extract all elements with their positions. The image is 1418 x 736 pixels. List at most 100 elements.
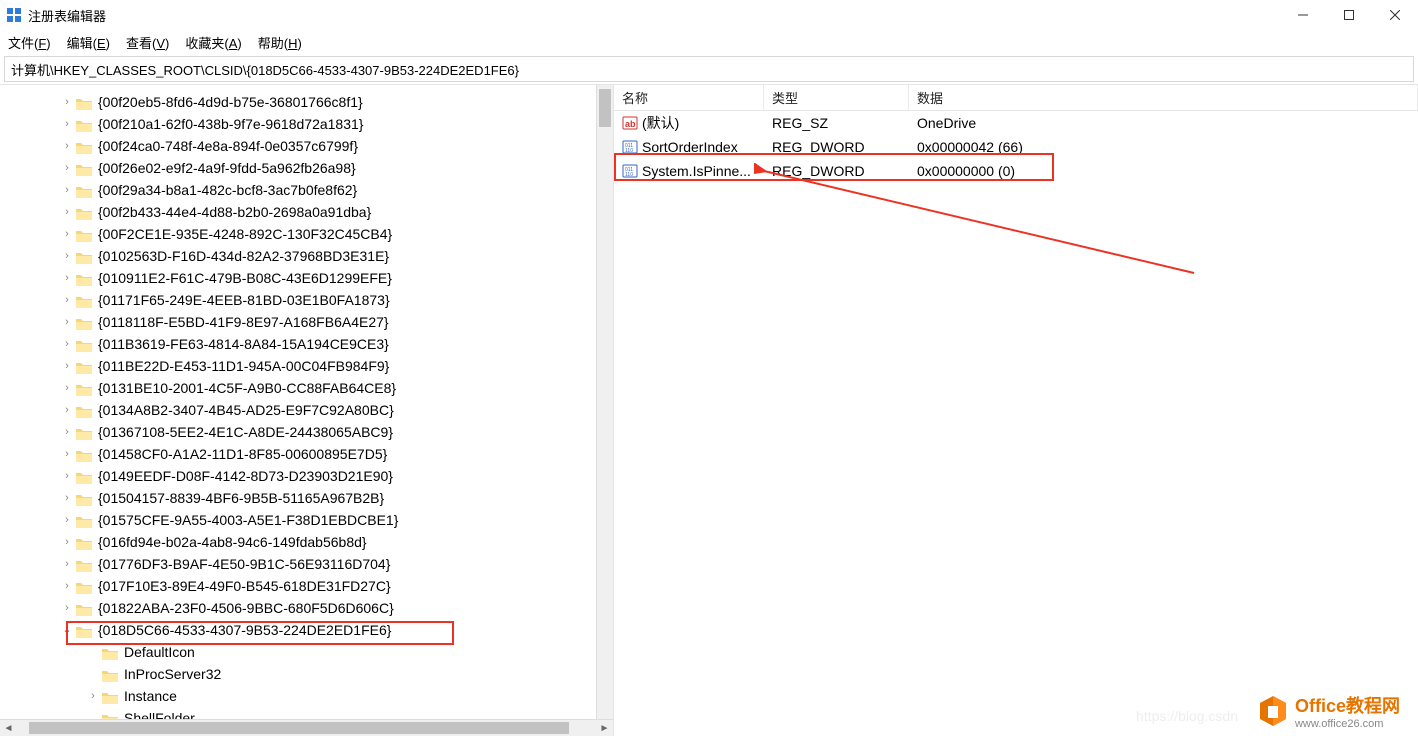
value-row[interactable]: 011110System.IsPinne...REG_DWORD0x000000… — [614, 159, 1418, 183]
tree-item-label: {011B3619-FE63-4814-8A84-15A194CE9CE3} — [98, 333, 389, 355]
tree-pane: ›{00f20eb5-8fd6-4d9d-b75e-36801766c8f1}›… — [0, 85, 614, 736]
folder-icon — [76, 337, 92, 351]
scroll-left-icon[interactable]: ◄ — [0, 720, 17, 736]
tree-item[interactable]: ›{01171F65-249E-4EEB-81BD-03E1B0FA1873} — [60, 289, 613, 311]
expand-icon[interactable]: › — [60, 553, 74, 575]
tree-item-label: DefaultIcon — [124, 641, 195, 663]
expand-icon[interactable]: › — [60, 597, 74, 619]
value-type-icon: 011110 — [622, 139, 638, 155]
tree-item[interactable]: ›{01504157-8839-4BF6-9B5B-51165A967B2B} — [60, 487, 613, 509]
faint-watermark: https://blog.csdn — [1136, 708, 1238, 724]
tree-item-label: {011BE22D-E453-11D1-945A-00C04FB984F9} — [98, 355, 389, 377]
menu-file[interactable]: 文件(F) — [8, 33, 51, 52]
column-type[interactable]: 类型 — [764, 85, 909, 110]
tree-item[interactable]: ›{00f29a34-b8a1-482c-bcf8-3ac7b0fe8f62} — [60, 179, 613, 201]
menu-view[interactable]: 查看(V) — [126, 33, 169, 52]
menu-help[interactable]: 帮助(H) — [258, 33, 302, 52]
expand-icon[interactable]: › — [60, 399, 74, 421]
svg-text:110: 110 — [625, 148, 633, 154]
folder-icon — [76, 425, 92, 439]
expand-icon[interactable]: › — [60, 355, 74, 377]
expand-icon[interactable]: › — [60, 223, 74, 245]
folder-icon — [102, 645, 118, 659]
registry-tree[interactable]: ›{00f20eb5-8fd6-4d9d-b75e-36801766c8f1}›… — [0, 85, 613, 729]
collapse-icon[interactable]: ⌄ — [60, 619, 74, 641]
value-row[interactable]: 011110SortOrderIndexREG_DWORD0x00000042 … — [614, 135, 1418, 159]
tree-item[interactable]: ›{010911E2-F61C-479B-B08C-43E6D1299EFE} — [60, 267, 613, 289]
expand-icon[interactable]: › — [60, 443, 74, 465]
minimize-button[interactable] — [1280, 0, 1326, 30]
maximize-button[interactable] — [1326, 0, 1372, 30]
folder-icon — [102, 689, 118, 703]
app-icon — [6, 7, 22, 23]
tree-item[interactable]: ›{00f2b433-44e4-4d88-b2b0-2698a0a91dba} — [60, 201, 613, 223]
tree-item-label: {01575CFE-9A55-4003-A5E1-F38D1EBDCBE1} — [98, 509, 398, 531]
tree-item-label: {00f24ca0-748f-4e8a-894f-0e0357c6799f} — [98, 135, 358, 157]
menu-favorites[interactable]: 收藏夹(A) — [185, 33, 241, 52]
expand-icon[interactable]: › — [60, 575, 74, 597]
expand-icon[interactable]: › — [60, 377, 74, 399]
tree-item[interactable]: ›{0102563D-F16D-434d-82A2-37968BD3E31E} — [60, 245, 613, 267]
menu-edit[interactable]: 编辑(E) — [67, 33, 110, 52]
values-list[interactable]: ab(默认)REG_SZOneDrive011110SortOrderIndex… — [614, 111, 1418, 183]
expand-icon[interactable]: › — [60, 333, 74, 355]
expand-icon[interactable]: › — [60, 311, 74, 333]
tree-vertical-scrollbar[interactable] — [596, 85, 613, 719]
values-pane: 名称 类型 数据 ab(默认)REG_SZOneDrive011110SortO… — [614, 85, 1418, 736]
value-row[interactable]: ab(默认)REG_SZOneDrive — [614, 111, 1418, 135]
value-name: System.IsPinne... — [642, 163, 751, 179]
expand-icon[interactable]: › — [60, 421, 74, 443]
tree-item[interactable]: ›{00f26e02-e9f2-4a9f-9fdd-5a962fb26a98} — [60, 157, 613, 179]
tree-item[interactable]: ›{01458CF0-A1A2-11D1-8F85-00600895E7D5} — [60, 443, 613, 465]
column-name[interactable]: 名称 — [614, 85, 764, 110]
tree-item[interactable]: › {011B3619-FE63-4814-8A84-15A194CE9CE3} — [60, 333, 613, 355]
value-type-icon: ab — [622, 115, 638, 131]
tree-item-label: {01822ABA-23F0-4506-9BBC-680F5D6D606C} — [98, 597, 394, 619]
tree-item-child[interactable]: InProcServer32 — [60, 663, 613, 685]
tree-item[interactable]: ›{017F10E3-89E4-49F0-B545-618DE31FD27C} — [60, 575, 613, 597]
tree-item[interactable]: ›{00f210a1-62f0-438b-9f7e-9618d72a1831} — [60, 113, 613, 135]
folder-icon — [76, 249, 92, 263]
tree-horizontal-scrollbar[interactable]: ◄ ► — [0, 719, 613, 736]
tree-item-label: {016fd94e-b02a-4ab8-94c6-149fdab56b8d} — [98, 531, 367, 553]
menubar: 文件(F) 编辑(E) 查看(V) 收藏夹(A) 帮助(H) — [0, 30, 1418, 54]
expand-icon[interactable]: › — [60, 267, 74, 289]
expand-icon[interactable]: › — [60, 91, 74, 113]
expand-icon[interactable]: › — [60, 245, 74, 267]
expand-icon[interactable]: › — [60, 465, 74, 487]
expand-icon[interactable]: › — [60, 509, 74, 531]
tree-item-label: InProcServer32 — [124, 663, 221, 685]
tree-item-child[interactable]: ›Instance — [60, 685, 613, 707]
tree-item[interactable]: › {01575CFE-9A55-4003-A5E1-F38D1EBDCBE1} — [60, 509, 613, 531]
close-button[interactable] — [1372, 0, 1418, 30]
address-bar[interactable]: 计算机\HKEY_CLASSES_ROOT\CLSID\{018D5C66-45… — [4, 56, 1414, 82]
expand-icon[interactable]: › — [60, 487, 74, 509]
expand-icon[interactable]: › — [60, 531, 74, 553]
tree-item[interactable]: ›{01776DF3-B9AF-4E50-9B1C-56E93116D704} — [60, 553, 613, 575]
tree-item[interactable]: › {01822ABA-23F0-4506-9BBC-680F5D6D606C} — [60, 597, 613, 619]
tree-item[interactable]: ›{00F2CE1E-935E-4248-892C-130F32C45CB4} — [60, 223, 613, 245]
scroll-right-icon[interactable]: ► — [596, 720, 613, 736]
tree-item[interactable]: ›{0118118F-E5BD-41F9-8E97-A168FB6A4E27} — [60, 311, 613, 333]
tree-item[interactable]: ›{0149EEDF-D08F-4142-8D73-D23903D21E90} — [60, 465, 613, 487]
expand-icon[interactable]: › — [60, 289, 74, 311]
tree-item[interactable]: ›{00f20eb5-8fd6-4d9d-b75e-36801766c8f1} — [60, 91, 613, 113]
expand-icon[interactable]: › — [60, 135, 74, 157]
tree-item-selected[interactable]: ⌄{018D5C66-4533-4307-9B53-224DE2ED1FE6} — [60, 619, 613, 641]
tree-item-child[interactable]: DefaultIcon — [60, 641, 613, 663]
tree-item[interactable]: › {016fd94e-b02a-4ab8-94c6-149fdab56b8d} — [60, 531, 613, 553]
expand-icon[interactable]: › — [86, 685, 100, 707]
folder-icon — [76, 117, 92, 131]
tree-item[interactable]: ›{0131BE10-2001-4C5F-A9B0-CC88FAB64CE8} — [60, 377, 613, 399]
tree-item[interactable]: › {011BE22D-E453-11D1-945A-00C04FB984F9} — [60, 355, 613, 377]
expand-icon[interactable]: › — [60, 113, 74, 135]
folder-icon — [76, 315, 92, 329]
tree-item[interactable]: ›{01367108-5EE2-4E1C-A8DE-24438065ABC9} — [60, 421, 613, 443]
expand-icon[interactable]: › — [60, 157, 74, 179]
expand-icon[interactable]: › — [60, 179, 74, 201]
tree-item[interactable]: › {00f24ca0-748f-4e8a-894f-0e0357c6799f} — [60, 135, 613, 157]
expand-icon[interactable]: › — [60, 201, 74, 223]
value-type: REG_SZ — [764, 115, 909, 131]
column-data[interactable]: 数据 — [909, 85, 1418, 110]
tree-item[interactable]: ›{0134A8B2-3407-4B45-AD25-E9F7C92A80BC} — [60, 399, 613, 421]
